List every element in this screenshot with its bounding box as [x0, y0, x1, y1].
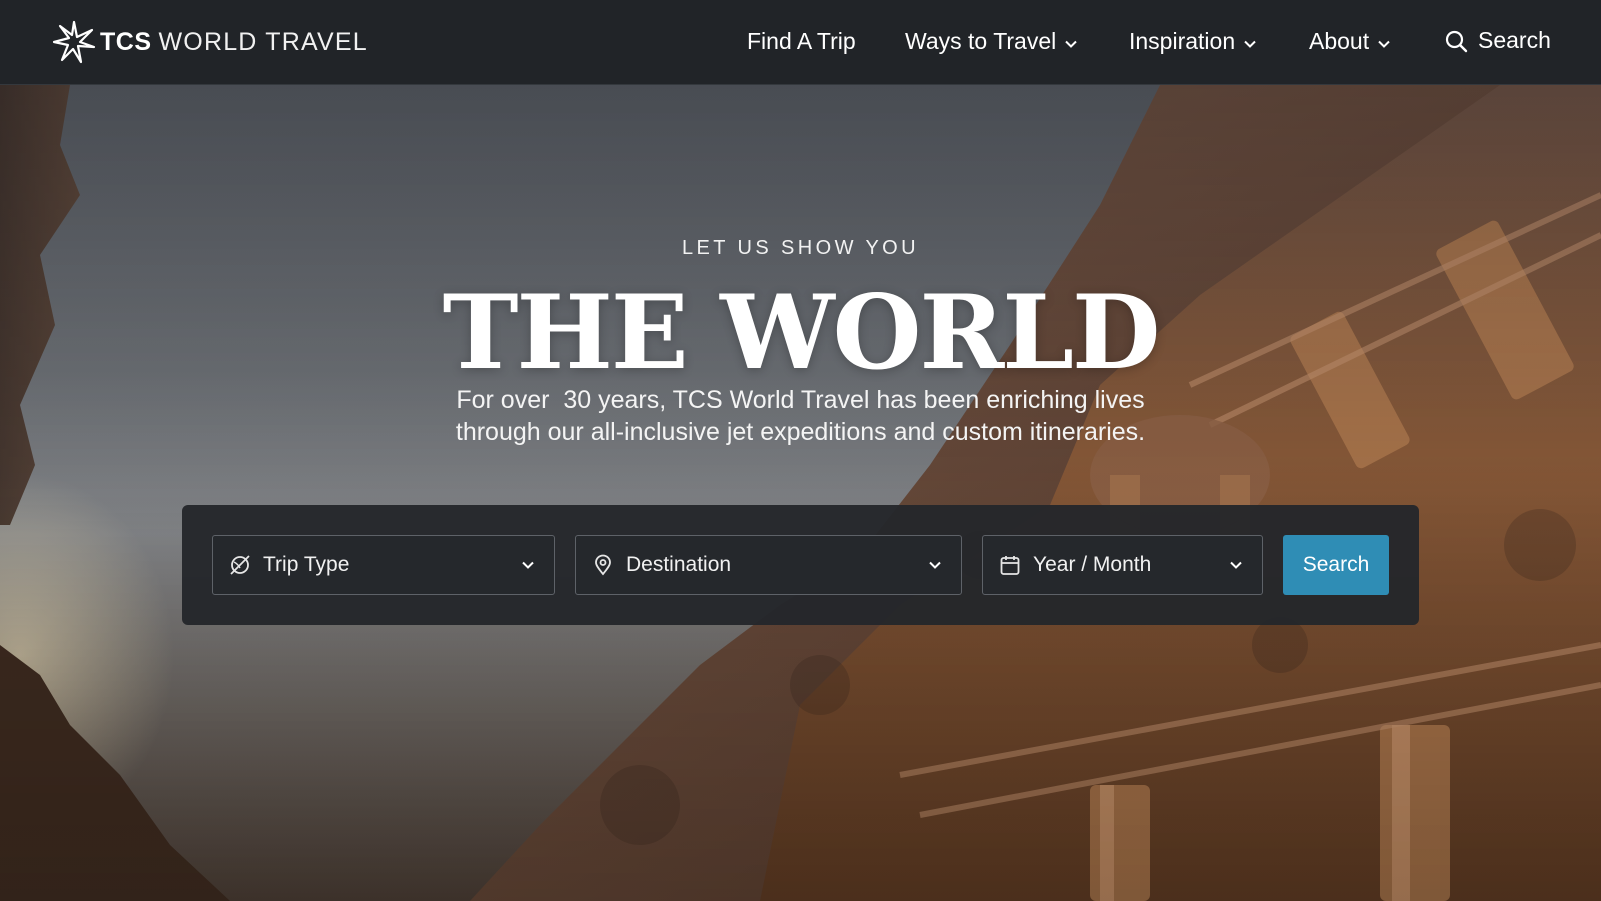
hero-headline: THE WORLD — [442, 273, 1161, 393]
hero-eyebrow: LET US SHOW YOU — [682, 237, 919, 259]
destination-select[interactable]: Destination — [575, 535, 962, 595]
chevron-down-icon — [1230, 561, 1242, 569]
hero-tagline-line-2: through our all-inclusive jet expedition… — [455, 418, 1146, 446]
nav-item-label: About — [1309, 28, 1370, 54]
brand-logo-link[interactable]: TCS WORLD TRAVEL — [50, 18, 368, 66]
nav-search-label: Search — [1478, 27, 1551, 53]
hero-section: LET US SHOW YOU THE WORLD For over 30 ye… — [0, 85, 1601, 901]
nav-search-button[interactable]: Search — [1444, 27, 1551, 54]
destination-label: Destination — [626, 553, 732, 576]
year-month-select[interactable]: Year / Month — [982, 535, 1263, 595]
brand-name-bold: TCS — [100, 27, 152, 56]
star-burst-icon — [52, 20, 96, 64]
trip-type-label: Trip Type — [263, 553, 350, 576]
map-pin-icon — [595, 554, 611, 576]
top-navigation: TCS WORLD TRAVEL Find A Trip Ways to Tra… — [0, 0, 1601, 85]
trip-type-select[interactable]: Trip Type — [212, 535, 555, 595]
hero-overlay — [0, 85, 1601, 901]
chevron-down-icon — [929, 561, 941, 569]
nav-item-about[interactable]: About — [1309, 28, 1391, 55]
nav-item-label: Inspiration — [1129, 28, 1236, 54]
chevron-down-icon — [1244, 40, 1256, 48]
chevron-down-icon — [522, 561, 534, 569]
chevron-down-icon — [1065, 40, 1077, 48]
nav-item-label: Find A Trip — [747, 28, 856, 54]
search-icon — [1445, 30, 1468, 52]
globe-slash-icon — [230, 555, 250, 575]
chevron-down-icon — [1378, 40, 1390, 48]
nav-item-ways-to-travel[interactable]: Ways to Travel — [905, 28, 1078, 55]
nav-item-label: Ways to Travel — [905, 28, 1057, 54]
search-submit-button[interactable]: Search — [1283, 535, 1389, 595]
trip-search-panel: Trip Type Destination Year / Month Searc… — [182, 505, 1419, 625]
nav-item-find-a-trip[interactable]: Find A Trip — [747, 28, 856, 55]
calendar-icon — [1000, 556, 1020, 575]
hero-tagline: For over 30 years, TCS World Travel has … — [0, 384, 1601, 448]
year-month-label: Year / Month — [1033, 553, 1152, 576]
brand-name-light: WORLD TRAVEL — [158, 27, 368, 56]
nav-item-inspiration[interactable]: Inspiration — [1129, 28, 1257, 55]
hero-tagline-line-1: For over 30 years, TCS World Travel has … — [456, 386, 1145, 414]
